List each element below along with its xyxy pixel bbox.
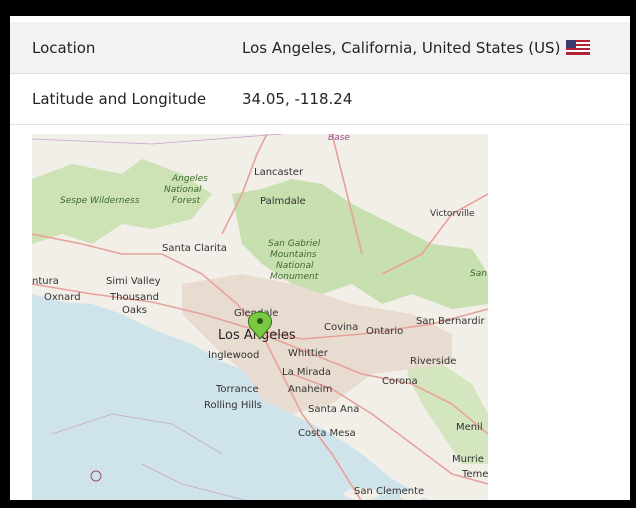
location-map[interactable]: Base Lancaster Angeles National Forest S…: [32, 134, 488, 500]
map-label-sangabriel-2: Mountains: [270, 250, 317, 260]
map-label-oaks: Oaks: [122, 305, 147, 316]
map-label-sangabriel-4: Monument: [270, 272, 319, 282]
map-label-base: Base: [328, 134, 350, 143]
map-label-anaheim: Anaheim: [288, 384, 332, 395]
map-label-whittier: Whittier: [288, 348, 329, 359]
map-label-teme: Teme: [461, 469, 488, 480]
map-label-simi-valley: Simi Valley: [106, 276, 161, 287]
map-label-victorville: Victorville: [430, 209, 475, 219]
map-canvas[interactable]: Base Lancaster Angeles National Forest S…: [32, 134, 488, 500]
map-label-lancaster: Lancaster: [254, 167, 304, 178]
map-label-corona: Corona: [382, 376, 418, 387]
map-label-angeles-nf-2: National: [164, 185, 202, 195]
map-label-santa-ana: Santa Ana: [308, 404, 359, 415]
map-label-oxnard: Oxnard: [44, 292, 81, 303]
map-label-san-bernardino: San Bernardir: [416, 316, 485, 327]
map-label-sangabriel-1: San Gabriel: [268, 239, 321, 249]
map-label-torrance: Torrance: [215, 384, 259, 395]
map-label-costa-mesa: Costa Mesa: [298, 428, 356, 439]
map-label-ventura: ntura: [32, 276, 59, 287]
map-label-santa-clarita: Santa Clarita: [162, 243, 227, 254]
map-label-san-clemente: San Clemente: [354, 486, 424, 497]
map-label-riverside: Riverside: [410, 356, 456, 367]
us-flag-icon: [566, 40, 591, 55]
map-label-san: San: [470, 269, 487, 279]
map-label-thousand: Thousand: [109, 292, 159, 303]
map-label-sangabriel-3: National: [276, 261, 314, 271]
location-value-group: Los Angeles, California, United States (…: [242, 38, 591, 57]
map-label-menil: Menil: [456, 422, 483, 433]
latlong-label: Latitude and Longitude: [32, 90, 207, 108]
map-label-ontario: Ontario: [366, 326, 403, 337]
location-label: Location: [32, 38, 96, 57]
map-label-inglewood: Inglewood: [208, 350, 259, 361]
map-label-angeles-nf-3: Forest: [172, 196, 201, 206]
details-panel: Location Los Angeles, California, United…: [10, 16, 630, 500]
map-label-sespe: Sespe Wilderness: [60, 196, 140, 206]
map-label-angeles-nf: Angeles: [171, 174, 208, 184]
location-row: Location Los Angeles, California, United…: [10, 22, 630, 74]
latlong-value: 34.05, -118.24: [242, 90, 353, 108]
map-label-la-mirada: La Mirada: [282, 367, 331, 378]
map-label-covina: Covina: [324, 322, 358, 333]
map-label-murrie: Murrie: [452, 454, 484, 465]
latlong-row: Latitude and Longitude 34.05, -118.24: [10, 74, 630, 125]
location-value: Los Angeles, California, United States (…: [242, 38, 561, 57]
map-label-rolling-hills: Rolling Hills: [204, 400, 262, 411]
window-frame: Location Los Angeles, California, United…: [0, 0, 636, 508]
map-label-palmdale: Palmdale: [260, 196, 306, 207]
